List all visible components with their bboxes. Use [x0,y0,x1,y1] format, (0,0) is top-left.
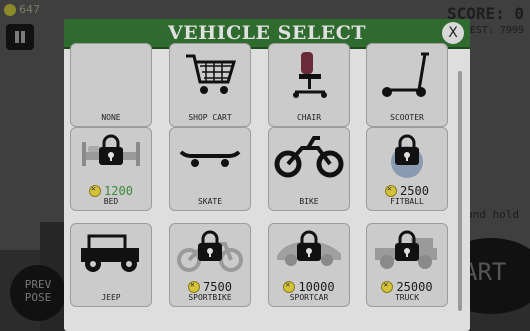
dialog-title: VEHICLE SELECT [168,22,366,44]
coin-icon [381,280,394,293]
vehicle-card-jeep[interactable]: JEEP [70,223,152,307]
lock-icon [367,230,447,264]
vehicle-label: NONE [101,113,121,122]
vehicle-label: BED [103,197,119,206]
vehicle-card-sportcar[interactable]: 10000SPORTCAR [268,223,350,307]
none-icon [71,50,151,104]
coin-icon [188,280,201,293]
vehicle-label: TRUCK [394,293,420,302]
vehicle-label: SPORTCAR [289,293,329,302]
price-tag: 10000 [269,280,349,294]
coin-icon [89,184,102,197]
price-tag: 25000 [367,280,447,294]
best-score-text: BEST: 7999 [463,25,524,36]
vehicle-card-truck[interactable]: 25000TRUCK [366,223,448,307]
lock-icon [269,230,349,264]
coin-count: 647 [19,3,40,16]
vehicle-label: BIKE [299,197,319,206]
vehicle-card-sportbike[interactable]: 7500SPORTBIKE [169,223,251,307]
price-value: 25000 [396,280,433,294]
pause-button[interactable] [6,24,34,50]
vehicle-label: SKATE [197,197,223,206]
coin-counter: 647 [4,3,40,16]
vehicle-label: SPORTBIKE [188,293,232,302]
coin-icon [4,3,16,16]
coin-icon [385,184,398,197]
shopping-cart-icon [170,50,250,104]
vehicle-card-scooter[interactable]: SCOOTER [366,43,448,127]
coin-icon [283,280,296,293]
vehicle-label: FITBALL [390,197,424,206]
price-tag: 7500 [170,280,250,294]
jeep-icon [71,230,151,284]
scooter-icon [367,50,447,104]
scrollbar[interactable] [458,71,462,311]
vehicle-card-fitball[interactable]: 2500FITBALL [366,127,448,211]
lock-icon [170,230,250,264]
vehicle-select-dialog: VEHICLE SELECT X NONE SHOP CART CHAIR SCOOT… [64,19,470,331]
vehicle-card-skate[interactable]: SKATE [169,127,251,211]
vehicle-label: SHOP CART [188,113,232,122]
prev-pose-label: PREV POSE [24,278,52,304]
lock-icon [71,134,151,168]
price-value: 7500 [203,280,232,294]
vehicle-card-chair[interactable]: CHAIR [268,43,350,127]
vehicle-grid: NONE SHOP CART CHAIR SCOOTER 1200BED SKATE BIK… [64,43,456,331]
price-tag: 1200 [71,184,151,198]
close-button[interactable]: X [442,22,464,44]
vehicle-card-shop-cart[interactable]: SHOP CART [169,43,251,127]
vehicle-card-bed[interactable]: 1200BED [70,127,152,211]
hint-text: and hold [466,208,519,221]
vehicle-label: SCOOTER [390,113,424,122]
vehicle-label: CHAIR [296,113,322,122]
office-chair-icon [269,50,349,104]
motorbike-icon [269,134,349,188]
vehicle-card-none[interactable]: NONE [70,43,152,127]
vehicle-card-bike[interactable]: BIKE [268,127,350,211]
skateboard-icon [170,134,250,188]
price-tag: 2500 [367,184,447,198]
price-value: 1200 [104,184,133,198]
price-value: 10000 [298,280,335,294]
vehicle-label: JEEP [101,293,121,302]
price-value: 2500 [400,184,429,198]
prev-pose-button[interactable]: PREV POSE [10,265,66,321]
lock-icon [367,134,447,168]
